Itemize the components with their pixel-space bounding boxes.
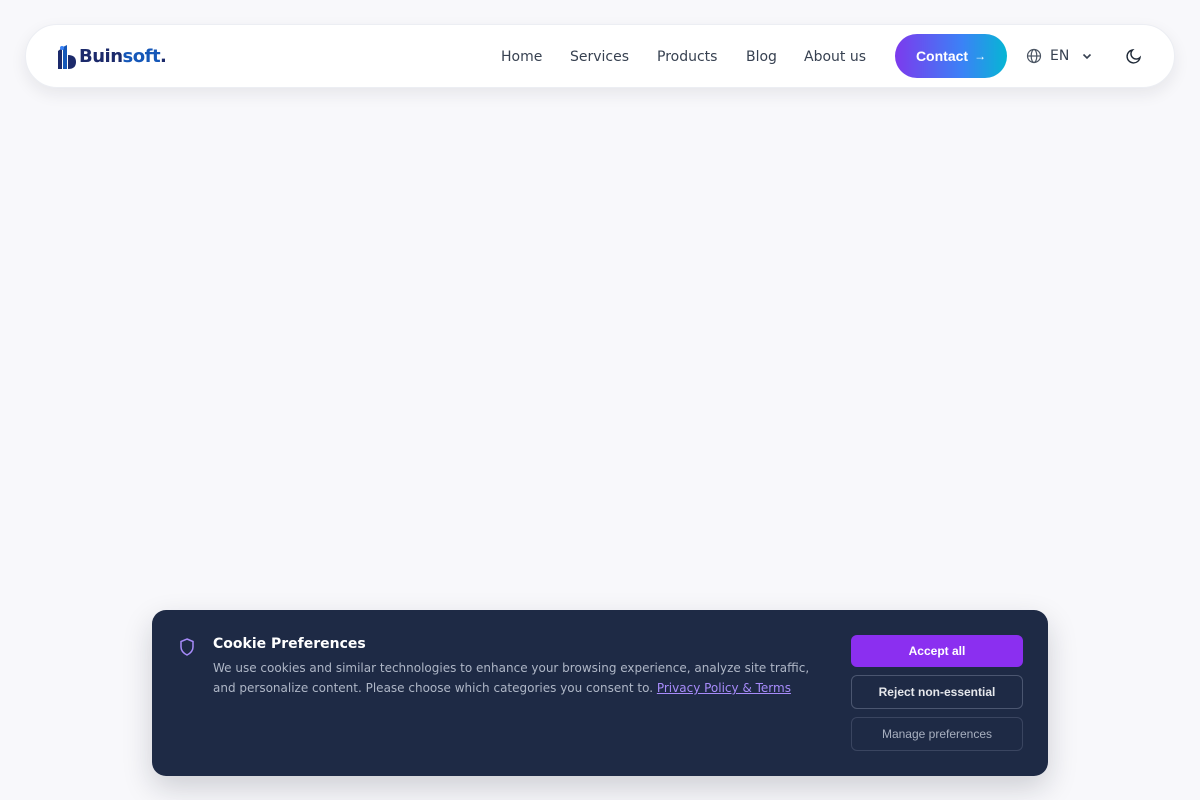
theme-toggle-button[interactable]: [1123, 45, 1145, 67]
contact-button-label: Contact: [915, 48, 969, 64]
privacy-policy-link[interactable]: Privacy Policy & Terms: [657, 681, 791, 695]
brand-name: Buinsoft: [79, 46, 161, 67]
arrow-right-icon: →: [974, 49, 987, 63]
globe-icon: [1026, 48, 1042, 64]
logo-mark-icon: [58, 45, 76, 69]
top-navbar: Buinsoft. Home Services Products Blog Ab…: [25, 24, 1175, 88]
brand-logo[interactable]: Buinsoft.: [56, 44, 167, 70]
brand-dot: .: [160, 46, 167, 67]
cookie-banner-title: Cookie Preferences: [213, 636, 366, 652]
reject-non-essential-button[interactable]: Reject non-essential: [851, 675, 1023, 709]
language-selector[interactable]: EN: [1026, 45, 1093, 67]
manage-preferences-button[interactable]: Manage preferences: [851, 717, 1023, 751]
shield-icon: [180, 638, 194, 656]
accept-all-button[interactable]: Accept all: [851, 635, 1023, 667]
nav-link-about-us[interactable]: About us: [804, 49, 866, 65]
chevron-down-icon: [1083, 53, 1092, 60]
cookie-banner-description: We use cookies and similar technologies …: [213, 658, 823, 698]
nav-link-services[interactable]: Services: [570, 49, 629, 65]
language-code: EN: [1050, 48, 1070, 64]
nav-link-products[interactable]: Products: [657, 49, 717, 65]
nav-link-home[interactable]: Home: [501, 49, 542, 65]
nav-link-blog[interactable]: Blog: [746, 49, 777, 65]
cookie-consent-banner: Cookie Preferences We use cookies and si…: [152, 610, 1048, 776]
contact-button[interactable]: Contact →: [895, 34, 1007, 78]
moon-icon: [1126, 48, 1142, 64]
